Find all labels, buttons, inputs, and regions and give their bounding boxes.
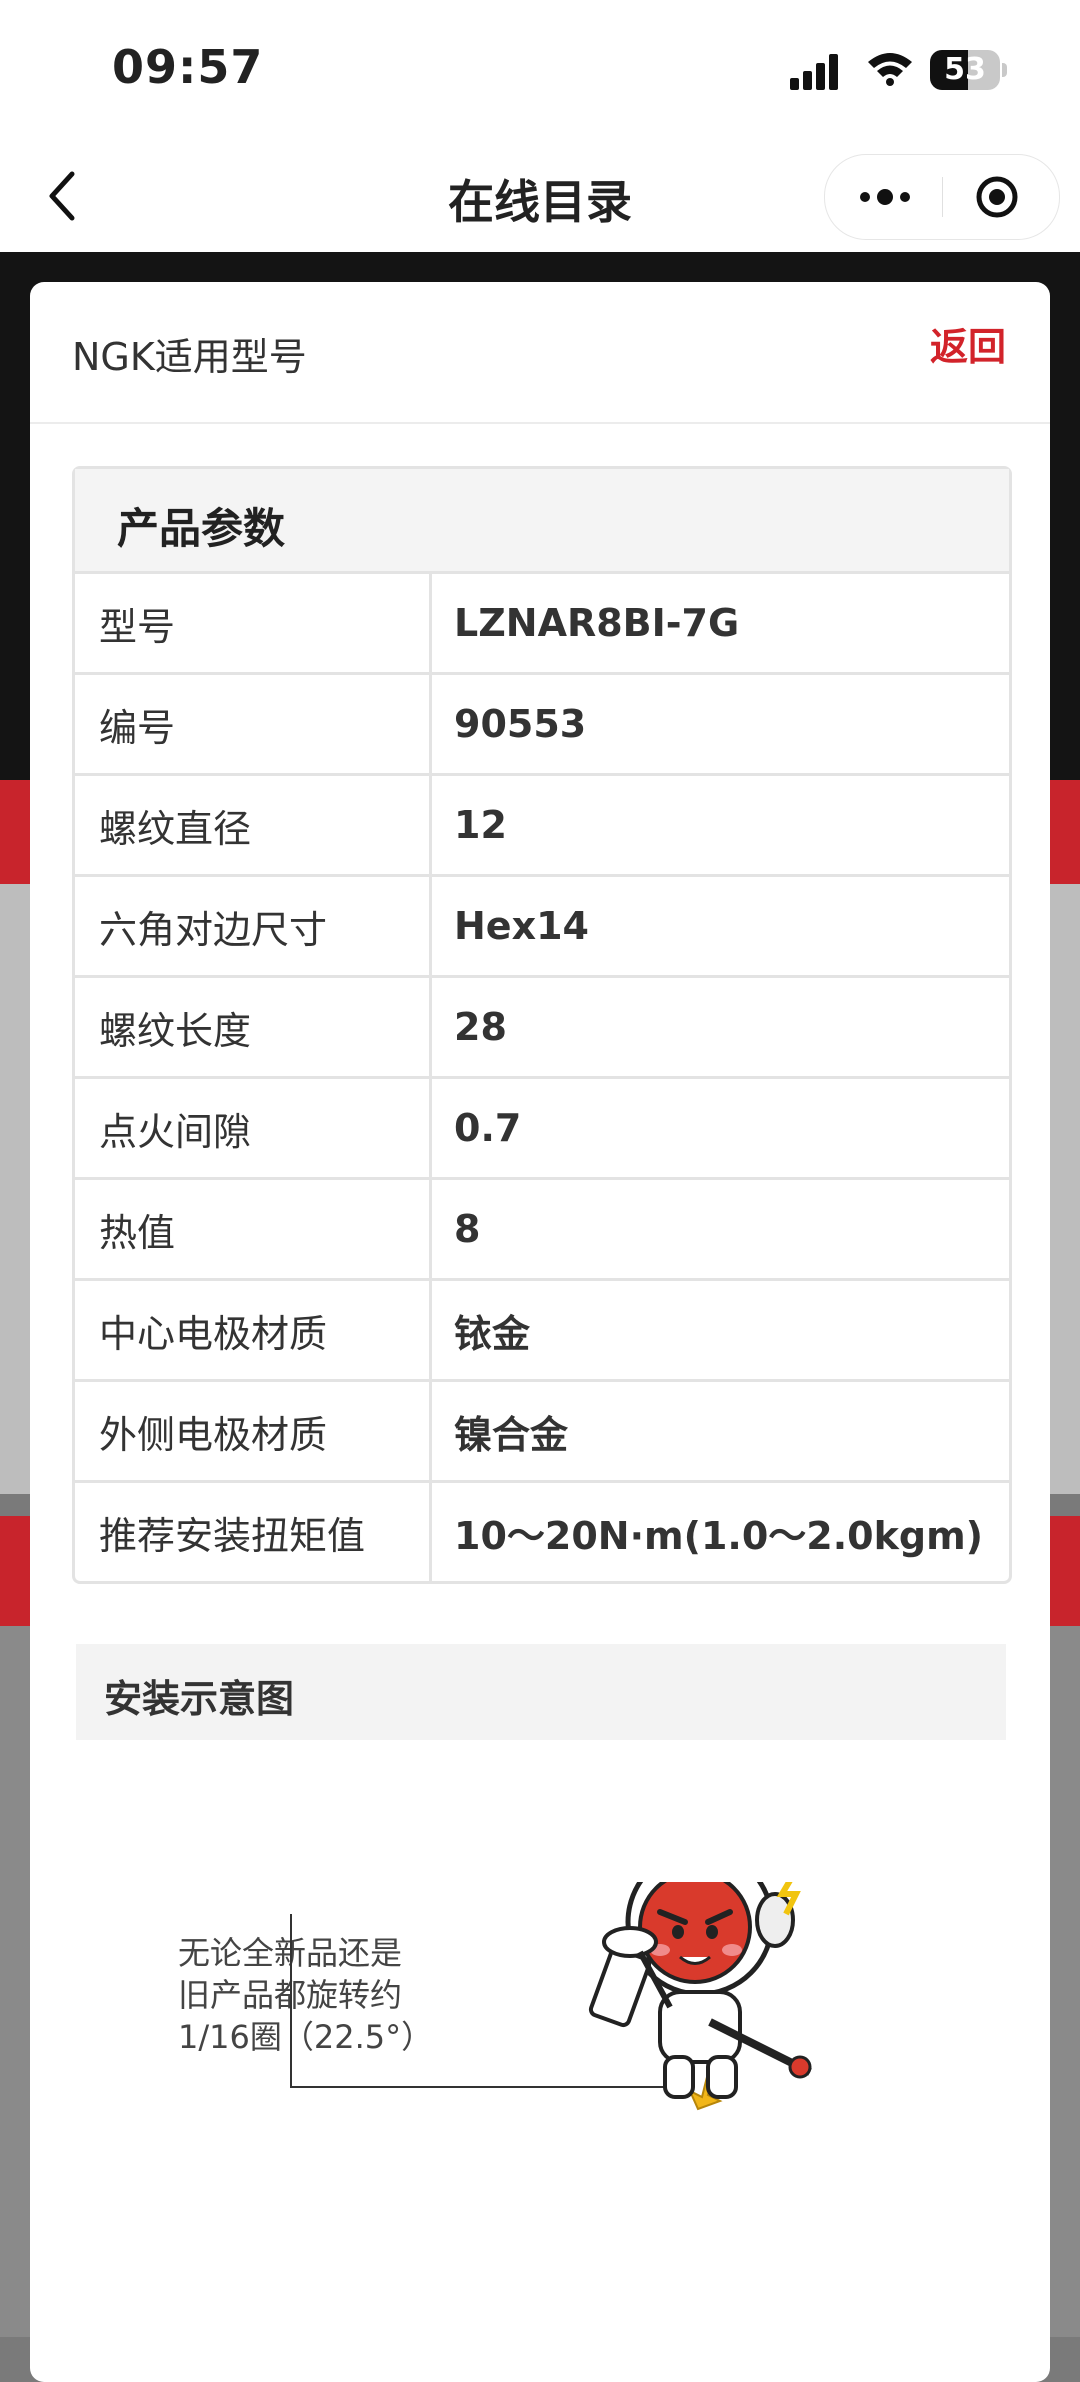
param-value: 10～20N·m(1.0～2.0kgm) [454, 1513, 984, 1558]
table-row: 六角对边尺寸 Hex14 [75, 875, 1009, 978]
param-value: 28 [430, 976, 1009, 1079]
param-key: 螺纹长度 [75, 976, 432, 1079]
table-row: 中心电极材质 铱金 [75, 1279, 1009, 1382]
table-row: 型号 LZNAR8BI-7G [75, 574, 1009, 675]
param-value: Hex14 [430, 875, 1009, 978]
param-value: 铱金 [430, 1279, 1009, 1382]
params-grid: 型号 LZNAR8BI-7G 编号 90553 螺纹直径 12 六角对边尺寸 Hex14… [75, 574, 1009, 1581]
modal-header: NGK适用型号 返回 [30, 282, 1050, 424]
install-diagram-title: 安装示意图 [104, 1677, 295, 1721]
status-bar: 09:57 53 [0, 0, 1080, 140]
param-value: 12 [430, 774, 1009, 877]
status-time: 09:57 [112, 40, 264, 94]
params-header: 产品参数 [75, 469, 1009, 574]
param-value: 0.7 [430, 1077, 1009, 1180]
table-row: 点火间隙 0.7 [75, 1077, 1009, 1180]
table-row: 编号 90553 [75, 673, 1009, 776]
param-key: 中心电极材质 [75, 1279, 432, 1382]
mini-program-capsule [824, 154, 1060, 240]
nav-bar: 在线目录 [0, 140, 1080, 252]
return-button[interactable]: 返回 [930, 316, 1006, 371]
param-value: LZNAR8BI-7G [430, 574, 1009, 675]
table-row: 推荐安装扭矩值 10～20N·m(1.0～2.0kgm) [75, 1481, 1009, 1581]
params-title: 产品参数 [117, 504, 286, 553]
param-key: 推荐安装扭矩值 [75, 1481, 432, 1581]
table-row: 螺纹长度 28 [75, 976, 1009, 1079]
param-key: 热值 [75, 1178, 432, 1281]
install-diagram-header: 安装示意图 [76, 1644, 1006, 1740]
more-dots-icon[interactable] [855, 177, 915, 217]
product-detail-modal: NGK适用型号 返回 产品参数 型号 LZNAR8BI-7G 编号 90553 螺纹… [30, 282, 1050, 2382]
battery-icon: 53 [930, 50, 1007, 90]
param-key: 六角对边尺寸 [75, 875, 432, 978]
param-value: 90553 [430, 673, 1009, 776]
param-key: 螺纹直径 [75, 774, 432, 877]
battery-level: 53 [944, 52, 986, 87]
product-params-table: 产品参数 型号 LZNAR8BI-7G 编号 90553 螺纹直径 12 六角对边尺寸… [72, 466, 1012, 1584]
modal-title: NGK适用型号 [72, 335, 307, 379]
install-illustration [290, 1882, 812, 2111]
mascot-icon [588, 1882, 812, 2099]
param-key: 外侧电极材质 [75, 1380, 432, 1483]
table-row: 螺纹直径 12 [75, 774, 1009, 877]
param-value: 8 [430, 1178, 1009, 1281]
table-row: 热值 8 [75, 1178, 1009, 1281]
wifi-icon [868, 53, 912, 86]
param-key: 型号 [75, 574, 432, 675]
target-icon[interactable] [975, 175, 1019, 219]
signal-icon [790, 54, 838, 90]
param-value: 镍合金 [430, 1380, 1009, 1483]
param-key: 编号 [75, 673, 432, 776]
param-key: 点火间隙 [75, 1077, 432, 1180]
table-row: 外侧电极材质 镍合金 [75, 1380, 1009, 1483]
